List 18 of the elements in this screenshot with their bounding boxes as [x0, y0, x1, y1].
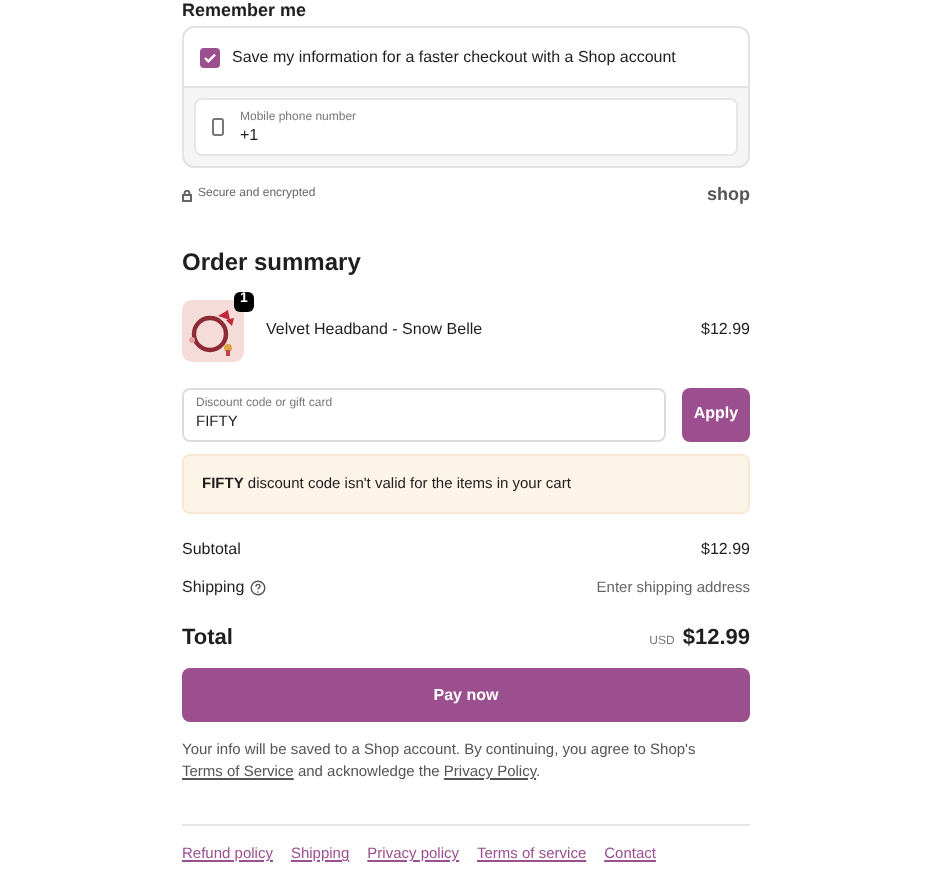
- summary-value: $12.99: [701, 537, 750, 561]
- product-name: Velvet Headband - Snow Belle: [266, 318, 485, 342]
- shop-logo: shop: [707, 182, 750, 208]
- product-price: $12.99: [701, 318, 750, 342]
- section-title: Order summary: [182, 245, 363, 279]
- checkbox[interactable]: [200, 47, 220, 67]
- field-value: +1: [240, 127, 261, 143]
- total-price: $12.99: [682, 623, 750, 653]
- section-title: Remember me: [182, 0, 309, 20]
- total-label: Total: [182, 623, 233, 653]
- summary-label: Shipping: [182, 575, 245, 599]
- pay-now-button[interactable]: Pay now: [182, 668, 750, 722]
- phone-icon: [212, 118, 224, 136]
- checkbox-label: Save my information for a faster checkout with a Shop account: [232, 45, 676, 69]
- summary-label: Subtotal: [182, 537, 241, 561]
- lock-icon: [182, 189, 192, 202]
- help-icon[interactable]: [250, 579, 267, 595]
- apply-button[interactable]: Apply: [682, 387, 750, 441]
